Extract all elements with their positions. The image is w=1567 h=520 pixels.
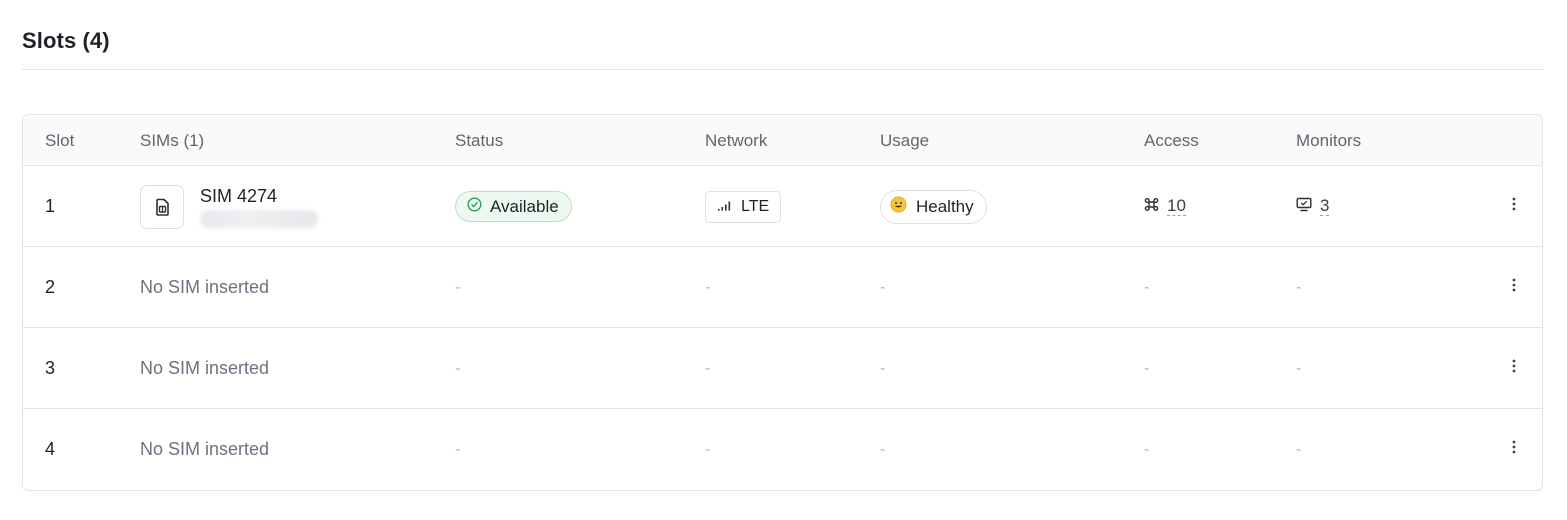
status-label: Available xyxy=(490,196,559,216)
slot-number: 2 xyxy=(45,277,56,297)
command-key-icon xyxy=(1144,197,1159,217)
header-network: Network xyxy=(705,131,768,150)
table-row[interactable]: 2 No SIM inserted - - - - - xyxy=(23,247,1542,328)
status-badge: Available xyxy=(455,191,572,222)
section-divider xyxy=(22,69,1543,70)
table-row[interactable]: 1 SIM 4274 Available LTE Healthy 10 3 xyxy=(23,166,1542,247)
sim-card-icon xyxy=(140,184,184,229)
sim-cell-empty: No SIM inserted xyxy=(140,409,269,490)
monitors-empty: - xyxy=(1296,278,1302,296)
access-empty: - xyxy=(1144,440,1150,458)
kebab-menu-icon xyxy=(1512,359,1516,378)
usage-badge: Healthy xyxy=(880,189,987,224)
monitors-cell[interactable]: 3 xyxy=(1296,166,1330,247)
smiley-emoji-icon xyxy=(890,196,907,218)
sim-identifier-redacted xyxy=(200,210,318,228)
monitor-icon xyxy=(1296,197,1312,217)
monitors-empty: - xyxy=(1296,440,1302,458)
sim-name[interactable]: SIM 4274 xyxy=(200,185,318,207)
network-badge: LTE xyxy=(705,190,782,223)
access-empty: - xyxy=(1144,278,1150,296)
header-sims: SIMs (1) xyxy=(140,131,205,150)
table-row[interactable]: 3 No SIM inserted - - - - - xyxy=(23,328,1542,409)
status-empty: - xyxy=(455,440,461,458)
header-slot: Slot xyxy=(45,131,75,150)
sim-cell[interactable]: SIM 4274 xyxy=(140,166,318,247)
status-empty: - xyxy=(455,278,461,296)
check-circle-icon xyxy=(467,196,482,217)
usage-empty: - xyxy=(880,359,886,377)
sim-cell-empty: No SIM inserted xyxy=(140,247,269,328)
kebab-menu-icon xyxy=(1512,197,1516,216)
slot-number: 3 xyxy=(45,358,56,378)
status-empty: - xyxy=(455,359,461,377)
table-header: Slot SIMs (1) Status Network Usage Acces… xyxy=(23,115,1542,166)
network-empty: - xyxy=(705,440,711,458)
monitors-count[interactable]: 3 xyxy=(1320,197,1330,216)
section-title: Slots (4) xyxy=(22,28,110,53)
status-cell: Available xyxy=(455,166,572,247)
signal-bars-icon xyxy=(717,198,733,216)
no-sim-text: No SIM inserted xyxy=(140,358,270,378)
usage-empty: - xyxy=(880,278,886,296)
no-sim-text: No SIM inserted xyxy=(140,277,270,297)
network-cell: LTE xyxy=(705,166,782,247)
network-label: LTE xyxy=(741,197,770,215)
header-status: Status xyxy=(455,131,504,150)
slot-number: 4 xyxy=(45,439,56,459)
network-empty: - xyxy=(705,359,711,377)
row-menu-button[interactable] xyxy=(1512,409,1516,490)
header-access: Access xyxy=(1144,131,1199,150)
network-empty: - xyxy=(705,278,711,296)
row-menu-button[interactable] xyxy=(1512,166,1516,247)
sim-cell-empty: No SIM inserted xyxy=(140,328,269,409)
kebab-menu-icon xyxy=(1512,278,1516,297)
access-count[interactable]: 10 xyxy=(1167,197,1186,216)
slots-table: Slot SIMs (1) Status Network Usage Acces… xyxy=(22,114,1543,491)
table-row[interactable]: 4 No SIM inserted - - - - - xyxy=(23,409,1542,490)
header-monitors: Monitors xyxy=(1296,131,1362,150)
kebab-menu-icon xyxy=(1512,440,1516,459)
usage-label: Healthy xyxy=(916,196,974,216)
usage-empty: - xyxy=(880,440,886,458)
access-empty: - xyxy=(1144,359,1150,377)
no-sim-text: No SIM inserted xyxy=(140,439,270,459)
header-usage: Usage xyxy=(880,131,930,150)
row-menu-button[interactable] xyxy=(1512,247,1516,328)
row-menu-button[interactable] xyxy=(1512,328,1516,409)
monitors-empty: - xyxy=(1296,359,1302,377)
usage-cell: Healthy xyxy=(880,166,987,247)
slot-number: 1 xyxy=(45,196,56,216)
access-cell[interactable]: 10 xyxy=(1144,166,1186,247)
